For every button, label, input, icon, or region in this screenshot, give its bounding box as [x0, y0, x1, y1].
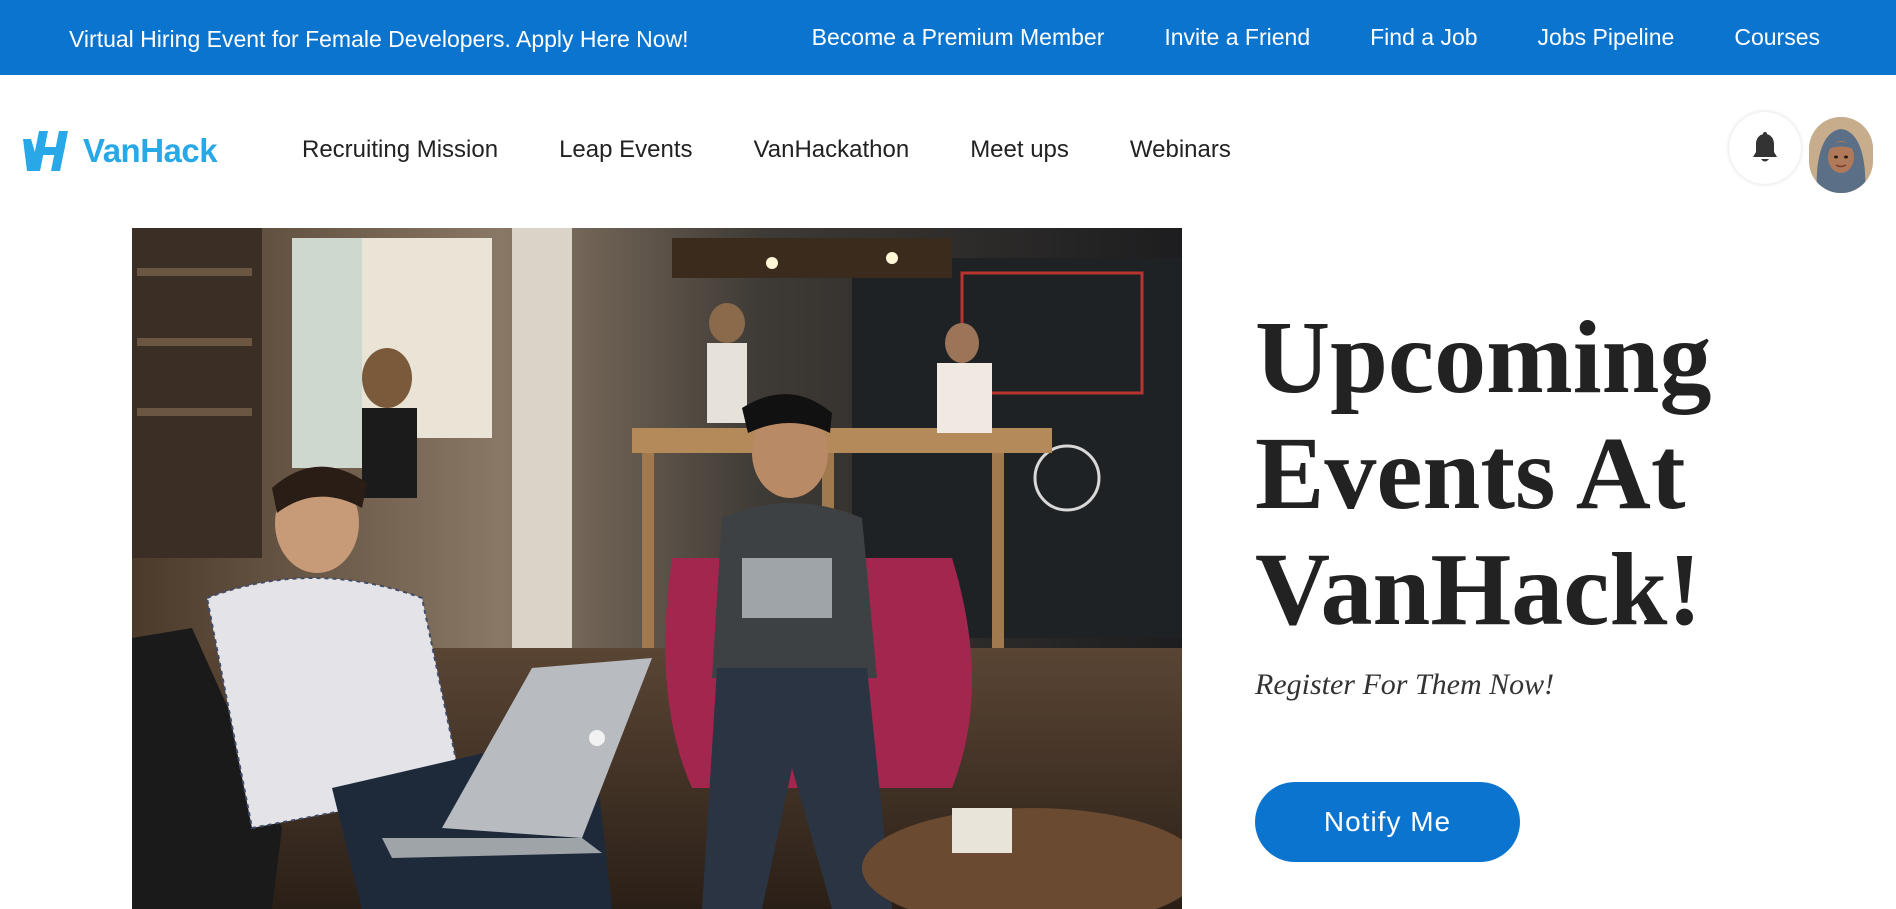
hero-title: Upcoming Events At VanHack!	[1255, 300, 1712, 647]
announcement-bar: Virtual Hiring Event for Female Develope…	[0, 0, 1896, 75]
avatar-image	[1809, 117, 1873, 193]
top-link-premium[interactable]: Become a Premium Member	[812, 24, 1105, 51]
bell-icon	[1753, 132, 1777, 162]
hero-image	[132, 228, 1182, 909]
logo-link[interactable]: VanHack	[21, 129, 218, 173]
nav-recruiting-mission[interactable]: Recruiting Mission	[302, 128, 498, 172]
notify-me-button[interactable]: Notify Me	[1255, 782, 1520, 862]
notifications-button[interactable]	[1729, 112, 1801, 184]
top-link-find-job[interactable]: Find a Job	[1370, 24, 1477, 51]
brand-name: VanHack	[83, 132, 218, 169]
top-link-courses[interactable]: Courses	[1734, 24, 1820, 51]
main-nav: Recruiting Mission Leap Events VanHackat…	[302, 128, 1292, 172]
hero-subtitle: Register For Them Now!	[1255, 668, 1555, 701]
top-link-jobs-pipeline[interactable]: Jobs Pipeline	[1538, 24, 1675, 51]
nav-webinars[interactable]: Webinars	[1130, 128, 1231, 172]
top-link-invite[interactable]: Invite a Friend	[1164, 24, 1310, 51]
vanhack-logo-icon	[23, 131, 68, 171]
nav-meet-ups[interactable]: Meet ups	[970, 128, 1069, 172]
nav-leap-events[interactable]: Leap Events	[559, 128, 692, 172]
top-links: Become a Premium Member Invite a Friend …	[752, 0, 1820, 75]
coworking-cafe-photo	[132, 228, 1182, 909]
main-header: VanHack Recruiting Mission Leap Events V…	[0, 75, 1896, 230]
user-avatar[interactable]	[1809, 117, 1873, 193]
nav-vanhackathon[interactable]: VanHackathon	[754, 128, 910, 172]
promo-link[interactable]: Virtual Hiring Event for Female Develope…	[69, 0, 689, 75]
